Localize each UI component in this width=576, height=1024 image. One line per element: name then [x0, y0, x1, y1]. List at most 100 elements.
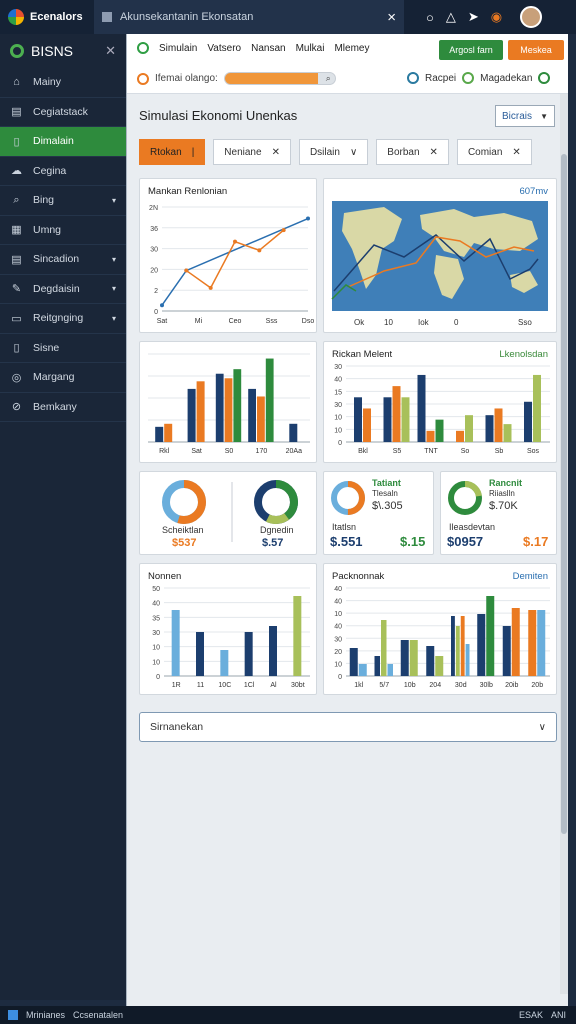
donut-3-label: Itatlsn [332, 522, 357, 532]
top-link-3[interactable]: Mulkai [296, 43, 325, 54]
sidebar-item-2[interactable]: ▯ Dimalain [0, 127, 126, 157]
sidebar-item-3[interactable]: ☁ Cegina [0, 157, 126, 186]
taskbar-item-0[interactable]: Mrinianes [26, 1010, 65, 1020]
bar-chart-2-ytick: 40 [334, 377, 342, 384]
avatar[interactable] [520, 6, 543, 28]
donut-4-value-a: $0957 [447, 534, 484, 549]
chevron-down-icon: ▾ [111, 195, 116, 205]
close-icon[interactable]: × [387, 9, 396, 26]
record-icon[interactable]: ◉ [491, 9, 502, 25]
orange-action-button[interactable]: Meskea [508, 40, 564, 60]
bar-chart-4-bar [400, 640, 409, 676]
status-label: Ifemai olango: [155, 73, 218, 84]
line-point [208, 285, 213, 290]
taskbar-item-1[interactable]: Ccsenatalen [73, 1010, 123, 1020]
bar-chart-1-bar [164, 423, 173, 442]
scrollbar[interactable] [560, 94, 568, 994]
bar-chart-4-bar [511, 608, 520, 676]
filter-chip-mark-icon[interactable]: ∨ [350, 147, 357, 158]
bar-chart-3-bar [171, 610, 180, 676]
bar-chart-2-bar [363, 408, 371, 442]
sidebar-item-0[interactable]: ⌂ Mainy [0, 68, 126, 98]
taskbar-item-2[interactable]: ESAK [519, 1010, 543, 1020]
bar-chart-3-ytick: 10 [152, 659, 160, 666]
settings-circle-icon[interactable] [538, 72, 551, 84]
bar-chart-4-right: Demiten [512, 571, 548, 582]
view-select[interactable]: Bicrais ▼ [495, 105, 555, 127]
bar-chart-4-xtick-6: 20ib [505, 682, 518, 689]
bar-chart-1: Rkl Sat S0 170 20Aa [148, 353, 310, 455]
bar-chart-2-bar [456, 430, 464, 442]
sidebar-item-8[interactable]: ▭ Reitgnging ▾ [0, 304, 126, 334]
bar-chart-4-bar [435, 656, 444, 676]
sidebar-item-label: Umng [33, 223, 62, 236]
sidebar-item-label: Dimalain [33, 135, 74, 148]
filter-chip-mark-icon[interactable]: ✕ [272, 147, 280, 158]
bar-chart-4-bar [502, 626, 511, 676]
right-label-1[interactable]: Magadekan [480, 73, 532, 84]
bar-chart-2-bar [383, 397, 392, 442]
bar-chart-2-bar [392, 386, 401, 442]
sidebar-item-label: Sincadion [33, 253, 80, 266]
bar-chart-4-xtick-2: 10b [404, 682, 416, 689]
sidebar-item-10[interactable]: ◎ Margang [0, 363, 126, 393]
green-action-button[interactable]: Argosl farn [439, 40, 503, 60]
circle-icon[interactable]: ○ [426, 10, 434, 25]
filter-chip-1[interactable]: Neniane ✕ [213, 139, 291, 165]
tab-app-icon [102, 12, 112, 22]
sidebar-item-4[interactable]: ⌕ Bing ▾ [0, 186, 126, 216]
bar-chart-1-bar [196, 381, 205, 442]
filter-chip-3[interactable]: Borban ✕ [376, 139, 449, 165]
start-icon[interactable] [8, 1010, 18, 1020]
bar-chart-2-xtick-2: TNT [424, 448, 438, 455]
app-name: Ecenalors [30, 11, 83, 23]
sidebar-item-7[interactable]: ✎ Degdaisin ▾ [0, 275, 126, 304]
filter-chip-2[interactable]: Dsilain ∨ [298, 139, 369, 165]
top-link-1[interactable]: Vatsero [207, 43, 241, 54]
page-title: Simulasi Ekonomi Unenkas [139, 108, 298, 123]
send-icon[interactable]: ➤ [468, 9, 479, 25]
alert-icon[interactable]: △ [446, 9, 456, 25]
title-bar: Ecenalors Akunsekantanin Ekonsatan × ○ △… [0, 0, 576, 34]
sidebar-item-6[interactable]: ▤ Sincadion ▾ [0, 245, 126, 275]
map-tick-0: Ok [354, 318, 365, 327]
search-icon[interactable]: ⌕ [326, 73, 331, 84]
sidebar-item-1[interactable]: ▤ Cegiatstack [0, 98, 126, 127]
donut-2-value: $.57 [262, 537, 284, 549]
bar-chart-2-bar [465, 415, 473, 442]
bar-chart-4-xtick-5: 30lb [480, 682, 493, 689]
sidebar-item-11[interactable]: ⊘ Bemkany [0, 393, 126, 422]
bar-chart-4: 0 10 20 30 40 10 40 40 1kl 5/7 10b 204 30d 30lb 20ib 20… [334, 586, 550, 689]
sidebar: BISNS ✕ ⌂ Mainy ▤ Cegiatstack ▯ Dimalain ☁ Cegi… [0, 34, 126, 1000]
filter-chip-mark-icon[interactable]: ✕ [430, 147, 438, 158]
sidebar-item-9[interactable]: ▯ Sisne [0, 334, 126, 363]
top-link-4[interactable]: Mlemey [334, 43, 369, 54]
sidebar-item-5[interactable]: ▦ Umng [0, 216, 126, 245]
bar-chart-4-xtick-1: 5/7 [379, 682, 389, 689]
bar-chart-3-bar [196, 632, 204, 676]
map-tick-1: 10 [384, 318, 393, 327]
bar-chart-4-title: Packnonnak [332, 571, 385, 582]
file-icon: ▯ [13, 342, 20, 355]
filter-chip-0[interactable]: Rtokan | [139, 139, 206, 165]
accordion[interactable]: Sirnanekan ∨ [139, 712, 557, 742]
close-sidebar-icon[interactable]: ✕ [105, 43, 116, 59]
chevron-down-icon: ▾ [111, 313, 116, 323]
filter-chip-mark-icon[interactable]: | [192, 147, 195, 158]
filter-chip-4[interactable]: Comian ✕ [456, 139, 532, 165]
top-link-0[interactable]: Simulain [159, 43, 197, 54]
line-chart-ytick: 30 [150, 247, 158, 254]
top-link-2[interactable]: Nansan [251, 43, 285, 54]
donut-3-value-b: $.15 [400, 534, 426, 549]
filter-chip-mark-icon[interactable]: ✕ [512, 147, 520, 158]
map-card: 607mv Ok 10 Iok 0 Sso [323, 178, 557, 333]
bar-chart-3-ytick: 0 [156, 674, 160, 681]
browser-tab[interactable]: Akunsekantanin Ekonsatan × [94, 0, 404, 34]
bar-chart-4-bar [486, 596, 495, 676]
right-label-0[interactable]: Racpei [425, 73, 456, 84]
bar-chart-4-xtick-4: 30d [455, 682, 467, 689]
filter-chip-label: Rtokan [150, 146, 182, 158]
bar-chart-3-xtick-0: 1R [172, 682, 181, 689]
taskbar-item-3[interactable]: ANI [551, 1010, 566, 1020]
scrollbar-thumb[interactable] [561, 154, 567, 834]
